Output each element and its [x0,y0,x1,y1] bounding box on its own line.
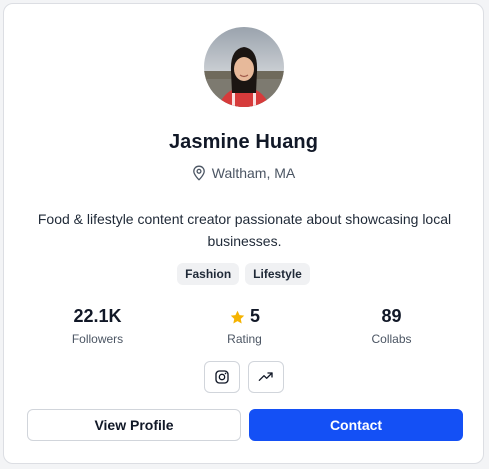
stat-rating: 5 Rating [171,304,318,346]
star-icon [229,308,246,325]
location-text: Waltham, MA [211,165,296,181]
rating-value-row: 5 [171,304,318,328]
contact-button[interactable]: Contact [249,409,463,441]
stat-followers: 22.1K Followers [24,304,171,346]
bio: Food & lifestyle content creator passion… [37,211,452,249]
rating-value: 5 [249,306,260,326]
view-profile-button[interactable]: View Profile [27,409,241,441]
collabs-label: Collabs [371,332,412,346]
instagram-icon [214,370,229,384]
stat-collabs: 89 Collabs [318,304,465,346]
rating-label: Rating [227,332,262,346]
profile-name: Jasmine Huang [168,131,319,153]
profile-photo [204,27,284,107]
tag-lifestyle: Lifestyle [245,263,310,285]
followers-label: Followers [71,332,124,346]
followers-value: 22.1K [73,306,122,326]
action-buttons: View Profile Contact [27,409,463,441]
profile-card: Jasmine Huang Waltham, MA Food & lifesty… [3,3,484,464]
location: Waltham, MA [4,165,483,181]
collabs-value: 89 [381,306,402,326]
social-links [4,361,483,393]
tag-list: Fashion Lifestyle [4,263,483,285]
stats: 22.1K Followers 5 Rating 89 Collabs [24,304,465,346]
instagram-button[interactable] [203,361,240,393]
tag-fashion: Fashion [177,263,240,285]
avatar[interactable] [204,27,284,107]
trending-up-icon [258,372,273,381]
map-pin-icon [192,165,206,181]
analytics-button[interactable] [247,361,284,393]
